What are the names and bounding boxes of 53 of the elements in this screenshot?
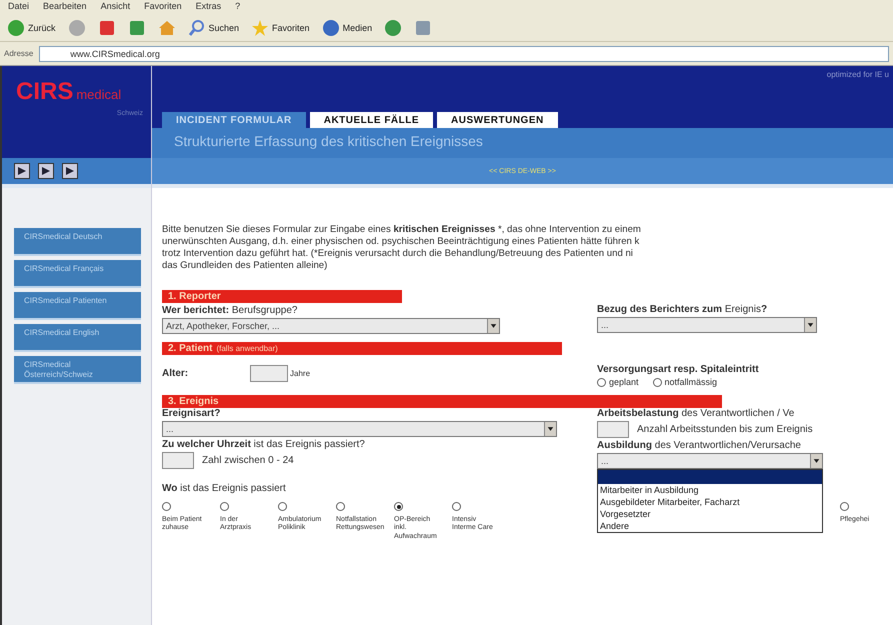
menu-item[interactable]: Favoriten <box>144 1 182 13</box>
intro-paragraph: Bitte benutzen Sie dieses Formular zur Eingabe eines kritischen Ereignisses *, das ohne Intervention zu einem unerwünschten Ausgang, d.h. einer physischen od. psychischen Beeinträchtigung eines Patienten hätte führen k trotz Intervention dazu geführt hat. (*Ereignis verursacht durch die Behandlung/Betreuung des Patienten und ni das Grundleiden des Patienten alleine) <box>162 224 642 272</box>
field-label: Wer berichtet: Berufsgruppe? <box>162 305 298 316</box>
relation-select[interactable]: ... <box>597 317 817 333</box>
toolbar-button[interactable]: Zurück <box>4 16 59 38</box>
field-label: Alter: <box>162 368 190 379</box>
nav-tab[interactable]: AUSWERTUNGEN <box>437 112 558 128</box>
logo-text: CIRS <box>16 78 74 106</box>
hint-text: Anzahl Arbeitsstunden bis zum Ereignis <box>637 424 813 435</box>
address-label: Adresse <box>4 49 34 58</box>
menu-item[interactable]: Extras <box>196 1 222 13</box>
field-label: Versorgungsart resp. Spitaleintritt <box>597 364 760 375</box>
profession-select[interactable]: Arzt, Apotheker, Forscher, ... <box>162 318 500 334</box>
logo-subtext: medical <box>76 87 122 102</box>
address-field[interactable]: www.CIRSmedical.org <box>39 46 889 62</box>
dropdown-option[interactable]: Ausgebildeter Mitarbeiter, Facharzt <box>598 496 822 508</box>
section-header: 2. Patient (falls anwendbar) <box>162 342 562 355</box>
dropdown-option[interactable]: Andere <box>598 520 822 532</box>
hint-text: Zahl zwischen 0 - 24 <box>202 455 294 466</box>
event-type-select[interactable]: ... <box>162 421 557 437</box>
home-icon <box>158 18 176 36</box>
dropdown-option[interactable]: Vorgesetzter <box>598 508 822 520</box>
radio-option[interactable]: geplant <box>597 377 639 387</box>
page-subtitle: Strukturierte Erfassung des kritischen Ereignisses <box>152 128 893 158</box>
field-label: Arbeitsbelastung des Verantwortlichen / Ve <box>597 408 796 419</box>
field-label: Ereignisart? <box>162 408 222 419</box>
hours-input[interactable] <box>597 421 629 438</box>
search-icon <box>188 18 206 36</box>
section-header: 1. Reporter <box>162 290 402 303</box>
menu-item[interactable]: Bearbeiten <box>43 1 87 13</box>
time-input[interactable] <box>162 452 194 469</box>
nav-icon[interactable] <box>62 163 78 179</box>
menu-item[interactable]: ? <box>235 1 240 13</box>
toolbar-button[interactable]: Favoriten <box>248 16 313 38</box>
nav-icon[interactable] <box>38 163 54 179</box>
field-label: Wo ist das Ereignis passiert <box>162 483 287 494</box>
star-icon <box>251 18 270 36</box>
field-label: Bezug des Berichters zum Ereignis? <box>597 304 768 315</box>
menu-item[interactable]: Datei <box>8 1 30 13</box>
browser-note: optimized for IE u <box>826 70 889 81</box>
dropdown-option[interactable]: Mitarbeiter in Ausbildung <box>598 484 822 496</box>
unit-label: Jahre <box>290 369 310 378</box>
field-label: Ausbildung des Verantwortlichen/Verursache <box>597 440 802 451</box>
toolbar-button[interactable]: Suchen <box>184 16 242 38</box>
radio-option[interactable]: notfallmässig <box>652 377 718 387</box>
menu-item[interactable]: Ansicht <box>100 1 130 13</box>
age-input[interactable] <box>250 365 288 382</box>
training-select[interactable]: ... <box>597 453 823 469</box>
section-header: 3. Ereignis <box>162 395 722 408</box>
nav-tab[interactable]: AKTUELLE FÄLLE <box>310 112 434 128</box>
nav-icon[interactable] <box>14 163 30 179</box>
field-label: Zu welcher Uhrzeit ist das Ereignis passiert? <box>162 439 366 450</box>
toolbar-button[interactable]: Medien <box>318 16 376 38</box>
